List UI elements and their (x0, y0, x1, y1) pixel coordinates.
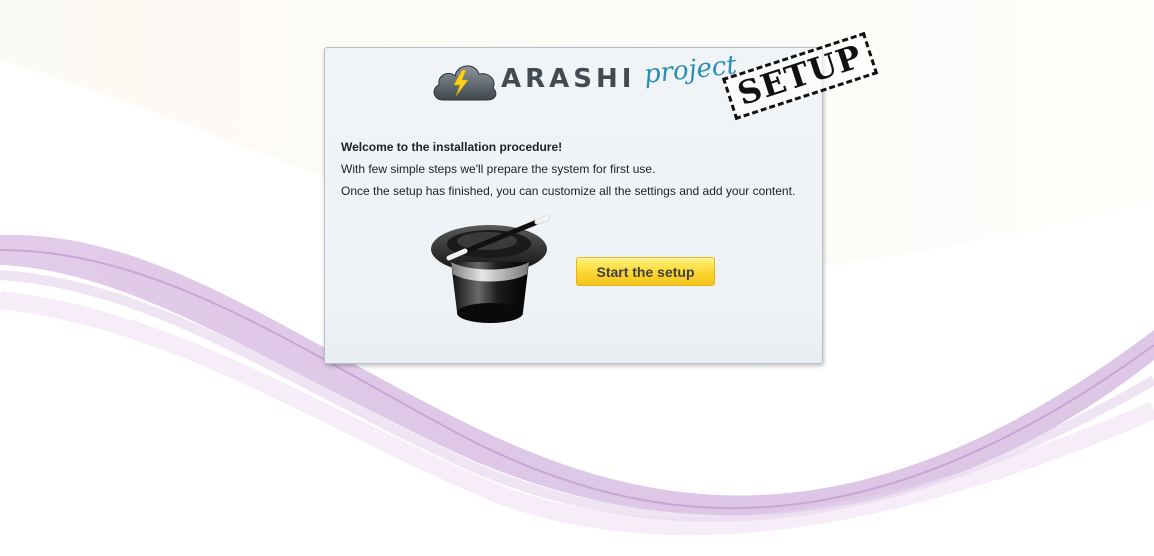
brand-name: ARASHI (501, 64, 636, 94)
welcome-text: Welcome to the installation procedure! W… (341, 136, 795, 202)
welcome-line-2: Once the setup has finished, you can cus… (341, 184, 796, 198)
start-setup-button[interactable]: Start the setup (576, 257, 715, 286)
arashi-logo: ARASHI project (429, 50, 738, 106)
magic-hat-icon (431, 215, 550, 323)
welcome-heading: Welcome to the installation procedure! (341, 140, 563, 154)
setup-page: ARASHI project SETUP Welcome to the inst… (0, 0, 1154, 556)
storm-cloud-icon (433, 65, 497, 101)
setup-panel: ARASHI project SETUP Welcome to the inst… (324, 31, 879, 364)
welcome-line-1: With few simple steps we'll prepare the … (341, 162, 656, 176)
